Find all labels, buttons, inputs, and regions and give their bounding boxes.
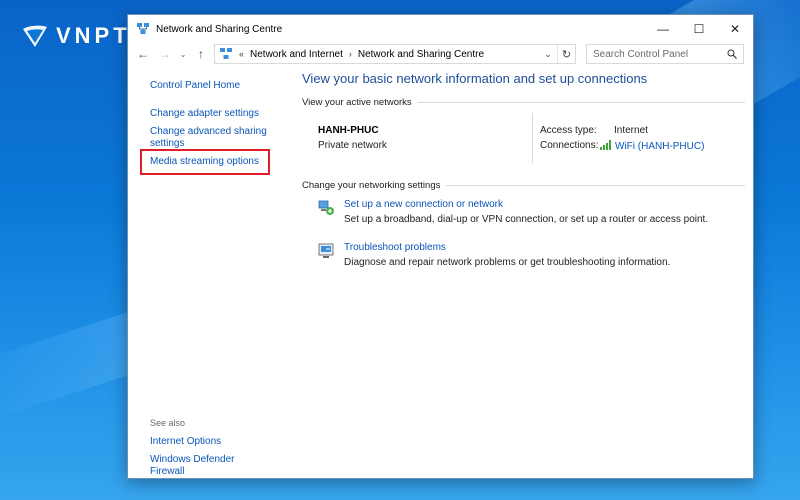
connections-label: Connections:: [540, 140, 599, 151]
up-arrow-icon[interactable]: ↑: [192, 45, 210, 63]
network-details-divider: [532, 113, 533, 163]
window-title: Network and Sharing Centre: [156, 23, 283, 35]
titlebar: Network and Sharing Centre — ☐ ✕: [128, 15, 753, 43]
new-connection-icon: [318, 200, 334, 215]
search-input[interactable]: [593, 48, 713, 60]
close-button[interactable]: ✕: [717, 15, 753, 43]
breadcrumb-network-and-internet[interactable]: Network and Internet: [250, 49, 343, 60]
sidebar: Control Panel Home Change adapter settin…: [128, 65, 288, 478]
network-name: HANH-PHUC: [318, 125, 379, 136]
logo-text: VNPT: [56, 23, 131, 48]
page-title: View your basic network information and …: [302, 71, 648, 86]
back-arrow-icon[interactable]: ←: [134, 45, 152, 63]
sidebar-item-control-panel-home[interactable]: Control Panel Home: [150, 80, 270, 92]
search-icon[interactable]: [727, 49, 737, 59]
sidebar-item-internet-options[interactable]: Internet Options: [150, 436, 270, 448]
breadcrumb-overflow[interactable]: «: [239, 49, 244, 59]
breadcrumb-separator: ›: [348, 49, 352, 59]
wifi-signal-icon: [600, 140, 611, 150]
access-type-label: Access type:: [540, 125, 597, 136]
search-box[interactable]: [586, 44, 744, 64]
address-dropdown-chevron-icon[interactable]: ⌄: [541, 47, 555, 61]
sidebar-item-media-streaming[interactable]: Media streaming options: [150, 156, 270, 168]
forward-arrow-icon[interactable]: →: [156, 45, 174, 63]
breadcrumb-network-sharing-centre[interactable]: Network and Sharing Centre: [358, 49, 484, 60]
active-networks-label: View your active networks: [302, 97, 412, 108]
troubleshoot-icon: [318, 243, 334, 258]
refresh-icon[interactable]: ↻: [557, 45, 575, 63]
address-box[interactable]: « Network and Internet › Network and Sha…: [214, 44, 576, 64]
minimize-button[interactable]: —: [645, 15, 681, 43]
window-content: Control Panel Home Change adapter settin…: [128, 65, 753, 478]
address-bar: ← → ⌄ ↑ « Network and Internet › Network…: [128, 43, 753, 65]
network-center-icon: [137, 23, 149, 34]
networking-settings-label: Change your networking settings: [302, 180, 441, 191]
recent-locations-chevron-icon[interactable]: ⌄: [178, 45, 188, 63]
troubleshoot-link[interactable]: Troubleshoot problems: [344, 242, 446, 253]
setup-connection-link[interactable]: Set up a new connection or network: [344, 199, 503, 210]
vnpt-logo: VNPT: [20, 20, 131, 52]
sidebar-item-advanced-sharing[interactable]: Change advanced sharing settings: [150, 126, 268, 150]
networking-settings-section: Change your networking settings: [302, 180, 745, 191]
network-folder-icon: [220, 48, 232, 59]
network-sharing-window: Network and Sharing Centre — ☐ ✕ ← → ⌄ ↑…: [127, 14, 754, 479]
connection-entry[interactable]: WiFi (HANH-PHUC): [600, 140, 704, 152]
see-also-heading: See also: [150, 418, 186, 428]
network-type: Private network: [318, 140, 387, 151]
troubleshoot-description: Diagnose and repair network problems or …: [344, 257, 671, 268]
sidebar-item-defender-firewall[interactable]: Windows Defender Firewall: [150, 454, 270, 478]
vnpt-logo-icon: [23, 25, 47, 47]
maximize-button[interactable]: ☐: [681, 15, 717, 43]
sidebar-item-change-adapter-settings[interactable]: Change adapter settings: [150, 108, 270, 120]
access-type-value: Internet: [614, 125, 648, 136]
connection-wifi-link[interactable]: WiFi (HANH-PHUC): [615, 141, 704, 152]
active-networks-section: View your active networks: [302, 97, 745, 108]
setup-connection-description: Set up a broadband, dial-up or VPN conne…: [344, 214, 709, 225]
main-panel: View your basic network information and …: [302, 65, 753, 478]
section-divider: [417, 102, 745, 103]
section-divider: [446, 185, 745, 186]
